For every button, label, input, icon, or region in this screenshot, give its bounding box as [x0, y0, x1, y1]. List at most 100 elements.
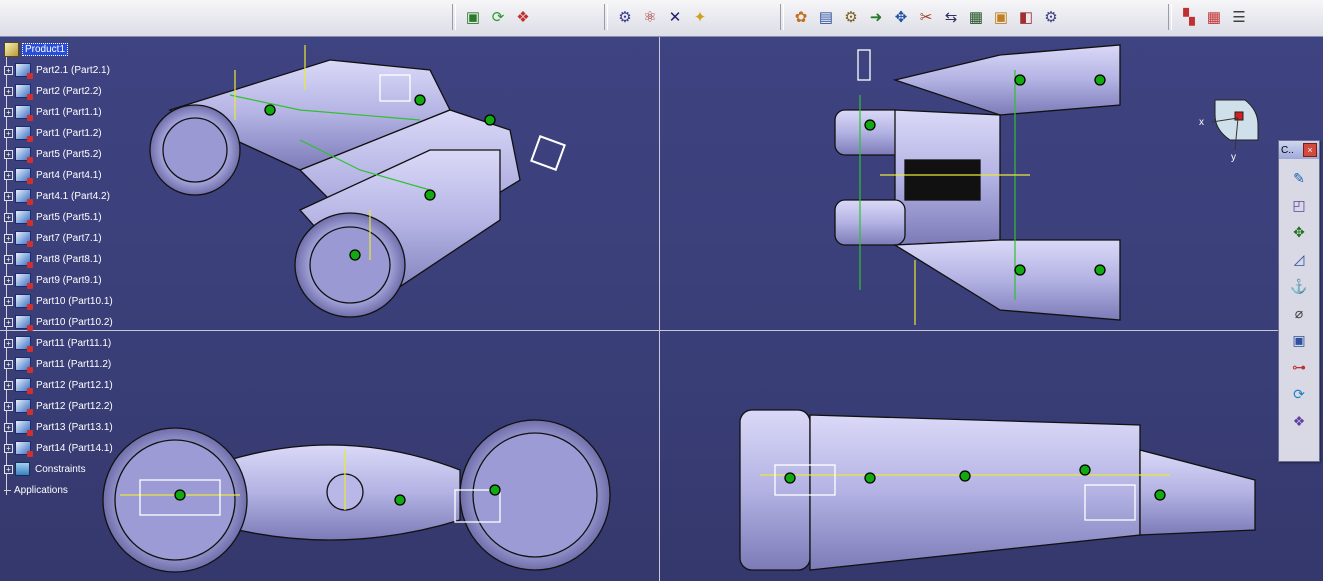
update-icon[interactable]: ⟳ — [1287, 383, 1311, 404]
tree-item-label[interactable]: Part8 (Part8.1) — [34, 254, 104, 265]
tree-item-part[interactable]: + Part1 (Part1.2) — [4, 124, 104, 142]
tree-item-label[interactable]: Part12 (Part12.2) — [34, 401, 115, 412]
viewport-divider-vertical[interactable] — [659, 37, 660, 581]
expand-icon[interactable]: + — [4, 128, 13, 138]
tile-icon[interactable]: ▚ — [1178, 6, 1200, 28]
tree-item-label[interactable]: Part5 (Part5.1) — [34, 212, 104, 223]
grid-icon[interactable]: ▦ — [1203, 6, 1225, 28]
fix-icon[interactable]: ✎ — [1287, 167, 1311, 188]
tree-item-label[interactable]: Part4.1 (Part4.2) — [34, 191, 112, 202]
expand-icon[interactable]: + — [4, 254, 13, 264]
expand-icon[interactable]: + — [4, 86, 13, 96]
move-icon[interactable]: ➜ — [865, 6, 887, 28]
tree-item-label[interactable]: Part12 (Part12.1) — [34, 380, 115, 391]
tree-item-part[interactable]: + Part2 (Part2.2) — [4, 82, 104, 100]
tree-item-part[interactable]: + Part10 (Part10.2) — [4, 313, 115, 331]
tree-item-part[interactable]: + Part1 (Part1.1) — [4, 103, 104, 121]
tree-item-label[interactable]: Part2 (Part2.2) — [34, 86, 104, 97]
expand-icon[interactable]: + — [4, 359, 13, 369]
catalog-icon[interactable]: ✿ — [790, 6, 812, 28]
expand-icon[interactable]: + — [4, 149, 13, 159]
tree-item-label[interactable]: Part5 (Part5.2) — [34, 149, 104, 160]
expand-icon[interactable]: + — [4, 401, 13, 411]
prod-update-icon[interactable]: ⟳ — [487, 6, 509, 28]
expand-icon[interactable]: + — [4, 380, 13, 390]
expand-icon[interactable]: + — [4, 443, 13, 453]
coincidence-icon[interactable]: ✥ — [1287, 221, 1311, 242]
close-icon[interactable]: × — [1303, 143, 1317, 157]
list-icon[interactable]: ☰ — [1228, 6, 1250, 28]
tree-item-label[interactable]: Part10 (Part10.2) — [34, 317, 115, 328]
tree-root[interactable]: Product1 — [4, 40, 69, 58]
viewport-divider-horizontal[interactable] — [0, 330, 1278, 331]
contact-icon[interactable]: ⊶ — [1287, 356, 1311, 377]
refresh-icon[interactable]: ◧ — [1015, 6, 1037, 28]
constraint-icon[interactable]: ✦ — [689, 6, 711, 28]
snapshot-icon[interactable]: ▤ — [815, 6, 837, 28]
anchor-icon[interactable]: ⚓ — [1287, 275, 1311, 296]
tree-item-part[interactable]: + Part11 (Part11.1) — [4, 334, 113, 352]
tree-item-part[interactable]: + Part5 (Part5.2) — [4, 145, 104, 163]
expand-icon[interactable]: + — [4, 212, 13, 222]
tree-item-part[interactable]: + Part5 (Part5.1) — [4, 208, 104, 226]
tree-item-label[interactable]: Part1 (Part1.2) — [34, 128, 104, 139]
snap-frame-icon[interactable]: ▣ — [1287, 329, 1311, 350]
save-icon[interactable]: ▦ — [965, 6, 987, 28]
tree-item-label[interactable]: Part11 (Part11.2) — [34, 359, 113, 370]
expand-icon[interactable]: + — [4, 275, 13, 285]
tree-item-part[interactable]: + Part9 (Part9.1) — [4, 271, 104, 289]
prod-insert-icon[interactable]: ▣ — [462, 6, 484, 28]
tree-item-label[interactable]: Part7 (Part7.1) — [34, 233, 104, 244]
tree-item-label[interactable]: Part10 (Part10.1) — [34, 296, 115, 307]
tree-item-part[interactable]: + Part4 (Part4.1) — [4, 166, 104, 184]
cube-icon[interactable]: ◰ — [1287, 194, 1311, 215]
snap-icon[interactable]: ✂ — [915, 6, 937, 28]
options-icon[interactable]: ⚙ — [1040, 6, 1062, 28]
tree-item-part[interactable]: + Part10 (Part10.1) — [4, 292, 115, 310]
gear-assembly-icon[interactable]: ⚙ — [840, 6, 862, 28]
tree-item-label[interactable]: Constraints — [33, 464, 88, 475]
tree-item-part[interactable]: + Part12 (Part12.1) — [4, 376, 115, 394]
tree-item-label[interactable]: Part2.1 (Part2.1) — [34, 65, 112, 76]
tree-item-part[interactable]: + Part4.1 (Part4.2) — [4, 187, 112, 205]
tree-item-part[interactable]: + Part12 (Part12.2) — [4, 397, 115, 415]
tree-item-part[interactable]: + Part14 (Part14.1) — [4, 439, 115, 457]
tree-root-label[interactable]: Product1 — [22, 42, 69, 56]
tree-item-part[interactable]: + Part8 (Part8.1) — [4, 250, 104, 268]
expand-icon[interactable]: + — [4, 65, 13, 75]
tree-item-part[interactable]: + Part2.1 (Part2.1) — [4, 61, 112, 79]
tree-item-applications[interactable]: Applications — [4, 481, 70, 499]
expand-icon[interactable]: + — [4, 170, 13, 180]
tree-item-label[interactable]: Part11 (Part11.1) — [34, 338, 113, 349]
prod-manage-icon[interactable]: ❖ — [512, 6, 534, 28]
expand-icon[interactable]: + — [4, 338, 13, 348]
3d-viewport[interactable]: x y — [0, 37, 1323, 581]
expand-icon[interactable]: + — [4, 296, 13, 306]
expand-icon[interactable]: + — [4, 191, 13, 201]
expand-icon[interactable]: + — [4, 233, 13, 243]
expand-icon[interactable]: + — [4, 422, 13, 432]
clip-icon[interactable]: ⌀ — [1287, 302, 1311, 323]
tree-item-label[interactable]: Part1 (Part1.1) — [34, 107, 104, 118]
explode-icon[interactable]: ✥ — [890, 6, 912, 28]
lock-icon[interactable]: ▣ — [990, 6, 1012, 28]
measure-icon[interactable]: ⚙ — [614, 6, 636, 28]
scale-icon[interactable]: ✕ — [664, 6, 686, 28]
tree-item-label[interactable]: Part14 (Part14.1) — [34, 443, 115, 454]
tree-item-label[interactable]: Part4 (Part4.1) — [34, 170, 104, 181]
expand-icon[interactable]: + — [4, 317, 13, 327]
tree-item-label[interactable]: Part13 (Part13.1) — [34, 422, 115, 433]
tree-item-label[interactable]: Part9 (Part9.1) — [34, 275, 104, 286]
multi-icon[interactable]: ❖ — [1287, 410, 1311, 431]
tree-item-part[interactable]: + Part11 (Part11.2) — [4, 355, 113, 373]
tree-item-part[interactable]: + Part13 (Part13.1) — [4, 418, 115, 436]
floating-toolbar-title[interactable]: C.. × — [1279, 141, 1319, 159]
expand-icon[interactable]: + — [4, 464, 13, 474]
analysis-icon[interactable]: ⚛ — [639, 6, 661, 28]
tree-item-label[interactable]: Applications — [12, 485, 70, 496]
tree-item-constraints[interactable]: + Constraints — [4, 460, 88, 478]
expand-icon[interactable]: + — [4, 107, 13, 117]
tree-item-part[interactable]: + Part7 (Part7.1) — [4, 229, 104, 247]
offset-icon[interactable]: ◿ — [1287, 248, 1311, 269]
reorder-icon[interactable]: ⇆ — [940, 6, 962, 28]
